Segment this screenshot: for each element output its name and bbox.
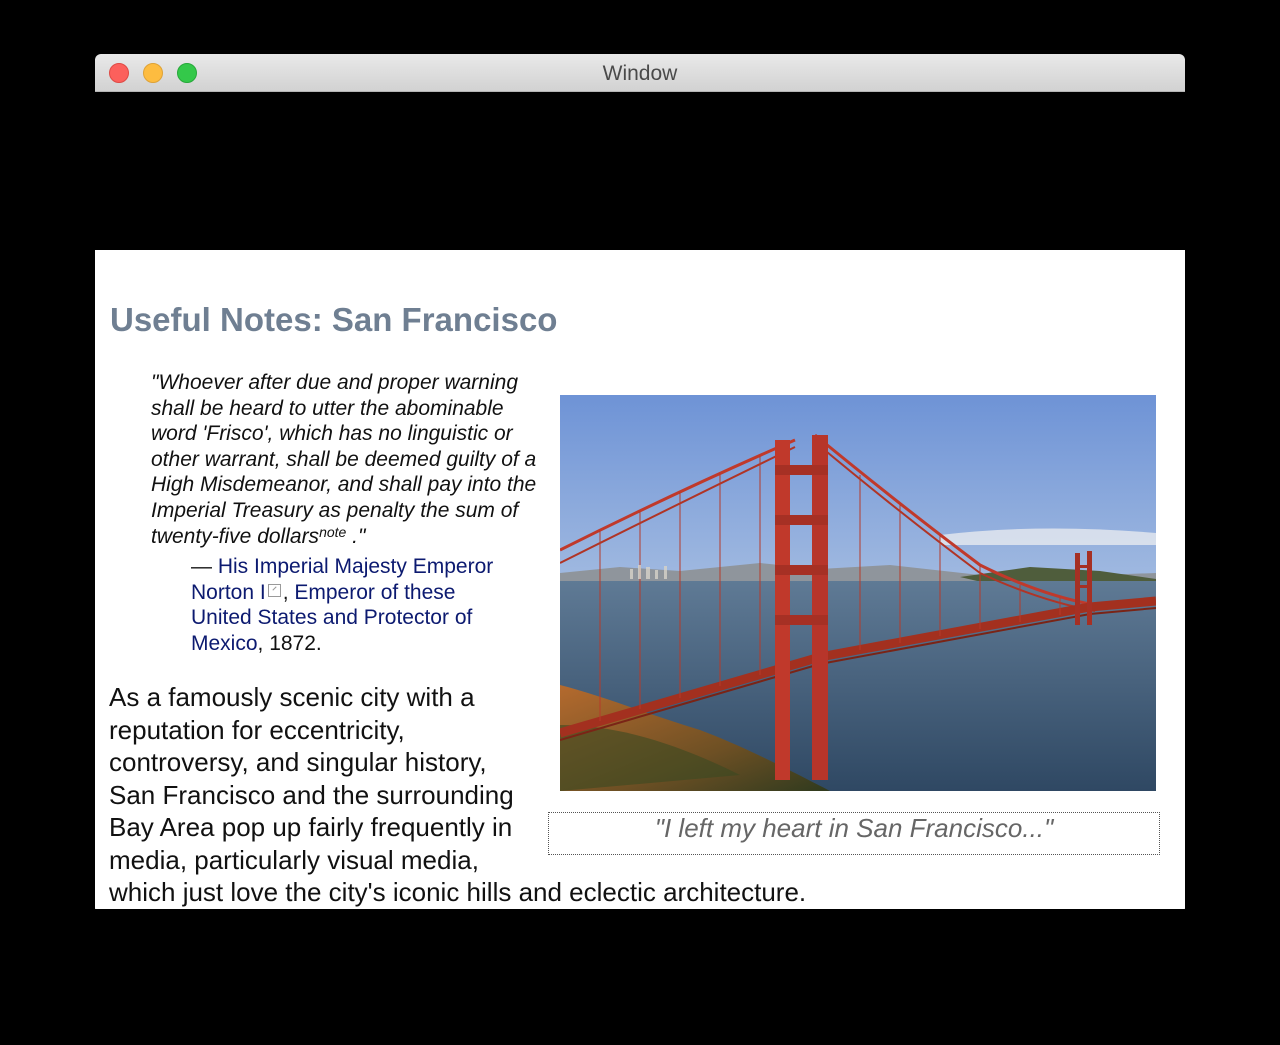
page-title: Useful Notes: San Francisco bbox=[110, 301, 558, 338]
window-title: Window bbox=[602, 62, 678, 85]
intro-paragraph: As a famously scenic city with a reputat… bbox=[109, 681, 1159, 909]
quote-text: "Whoever after due and proper warning sh… bbox=[151, 371, 537, 548]
app-window: Window Useful Notes: San Francisco "Whoe… bbox=[95, 54, 1185, 910]
page-content[interactable]: Useful Notes: San Francisco "Whoever aft… bbox=[95, 250, 1185, 909]
epigraph-quote: "Whoever after due and proper warning sh… bbox=[151, 370, 551, 549]
title-bar[interactable]: Window bbox=[95, 54, 1185, 92]
quote-closing: ." bbox=[346, 524, 366, 548]
note-link[interactable]: note bbox=[319, 524, 346, 540]
image-float-spacer bbox=[531, 681, 1159, 863]
attribution-separator: , bbox=[282, 580, 295, 604]
external-link-icon bbox=[267, 583, 281, 597]
attribution-year: , 1872. bbox=[257, 631, 322, 655]
attribution-dash: — bbox=[191, 555, 218, 578]
quote-attribution: — His Imperial Majesty Emperor Norton I,… bbox=[191, 554, 521, 656]
